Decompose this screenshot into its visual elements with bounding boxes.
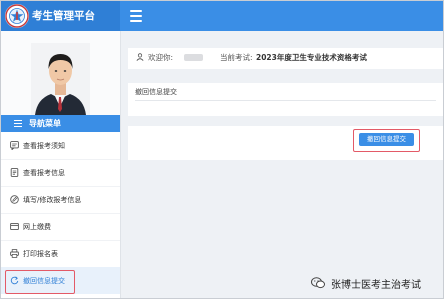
welcome-label: 欢迎你: [148, 53, 174, 62]
sidebar-item-edit-info[interactable]: 填写/修改报考信息 [1, 186, 120, 214]
sidebar: 导航菜单 查看报考须知 查看报考信息 填写/修改报考信息 网上缴费 打印报名表 … [1, 31, 121, 298]
notice-icon [10, 141, 19, 151]
sidebar-item-print-form[interactable]: 打印报名表 [1, 240, 120, 268]
section-title: 撤回信息提交 [135, 88, 177, 96]
sidebar-item-label: 填写/修改报考信息 [23, 196, 82, 204]
emblem-icon [5, 4, 29, 28]
sidebar-item-label: 查看报考信息 [23, 169, 65, 177]
withdraw-section: 撤回信息提交 [128, 83, 443, 116]
printer-icon [10, 249, 19, 258]
edit-icon [10, 195, 19, 204]
welcome-panel: 欢迎你: 当前考试: 2023年度卫生专业技术资格考试 [128, 48, 443, 69]
sidebar-item-exam-info[interactable]: 查看报考信息 [1, 159, 120, 187]
nav-header-title: 导航菜单 [29, 119, 61, 128]
watermark-text: 张博士医考主治考试 [331, 280, 421, 291]
app-title: 考生管理平台 [32, 10, 95, 22]
document-icon [10, 168, 19, 177]
avatar [31, 43, 90, 115]
brand-area: 考生管理平台 [1, 1, 120, 31]
exam-name: 2023年度卫生专业技术资格考试 [256, 53, 367, 62]
app-window: 考生管理平台 导航菜单 查看报考须知 查看报考信息 填写/修改报考信息 网上缴费… [0, 0, 444, 299]
action-panel: 撤回信息提交 [128, 126, 443, 160]
user-icon [136, 53, 144, 63]
sidebar-item-label: 撤回信息提交 [23, 277, 65, 285]
username-redacted [184, 54, 203, 61]
sidebar-item-label: 网上缴费 [23, 223, 51, 231]
sidebar-item-label: 打印报名表 [23, 250, 58, 258]
sidebar-item-payment[interactable]: 网上缴费 [1, 213, 120, 241]
payment-icon [10, 222, 19, 231]
nav-menu-icon [14, 120, 22, 129]
sidebar-item-notice[interactable]: 查看报考须知 [1, 132, 120, 160]
hamburger-icon[interactable] [130, 10, 142, 22]
avatar-area [1, 31, 120, 115]
nav-header: 导航菜单 [1, 115, 120, 132]
section-divider [135, 100, 436, 101]
wechat-icon [311, 277, 325, 289]
sidebar-item-withdraw[interactable]: 撤回信息提交 [1, 267, 120, 294]
top-bar: 考生管理平台 [1, 1, 443, 31]
undo-icon [10, 276, 19, 285]
exam-label: 当前考试: [220, 53, 253, 62]
sidebar-item-label: 查看报考须知 [23, 142, 65, 150]
withdraw-submit-button[interactable]: 撤回信息提交 [359, 133, 414, 146]
